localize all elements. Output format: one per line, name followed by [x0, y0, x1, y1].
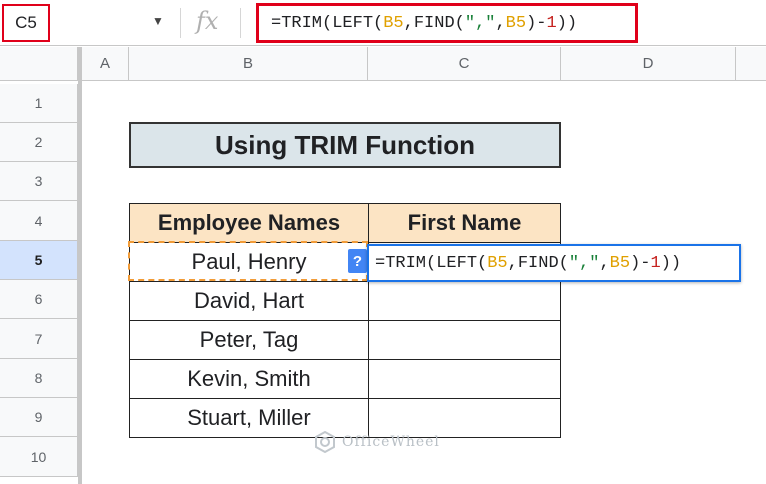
row-header-3[interactable]: 3: [0, 162, 78, 201]
formula-token: B5: [383, 13, 404, 33]
row-header-10[interactable]: 10: [0, 437, 78, 477]
officewheel-logo-icon: [315, 431, 335, 453]
editor-token: ,: [579, 253, 590, 273]
row-header-1[interactable]: 1: [0, 84, 78, 123]
formula-token: ,FIND(: [403, 13, 465, 33]
cell-editor-input[interactable]: =TRIM(LEFT(B5 ,FIND(", ", B5)- 1)): [367, 244, 741, 282]
fx-icon: fx: [196, 7, 219, 35]
divider: [240, 8, 241, 38]
formula-token: ,: [475, 13, 486, 33]
divider: [180, 8, 181, 38]
formula-bar-area: C5 ▼ fx =TRIM(LEFT(B5 ,FIND(", ", B5)- 1)): [0, 0, 766, 46]
formula-token: ": [464, 13, 476, 33]
row-header-7[interactable]: 7: [0, 319, 78, 359]
editor-token: )-: [630, 253, 651, 273]
column-header-c[interactable]: C: [368, 47, 561, 81]
employee-name-cell[interactable]: Kevin, Smith: [129, 359, 369, 399]
first-name-cell[interactable]: [368, 359, 561, 399]
editor-token: B5: [487, 253, 508, 273]
column-header-e[interactable]: [736, 47, 766, 81]
column-header-b[interactable]: B: [129, 47, 368, 81]
employee-name-cell[interactable]: Peter, Tag: [129, 320, 369, 360]
header-employee-names[interactable]: Employee Names: [129, 203, 369, 243]
employee-name-cell[interactable]: David, Hart: [129, 281, 369, 321]
referenced-range-highlight: [128, 241, 368, 281]
name-box[interactable]: C5: [2, 4, 50, 42]
spreadsheet-grid: A B C D 1 2 3 4 5 6 7 8 9 10 Using TRIM …: [0, 47, 766, 484]
editor-token: 1: [650, 253, 661, 273]
select-all-corner[interactable]: [0, 47, 78, 81]
triangle-down-icon[interactable]: ▼: [152, 14, 164, 28]
formula-token: =TRIM(: [271, 13, 333, 33]
column-header-d[interactable]: D: [561, 47, 736, 81]
editor-token: LEFT(: [436, 253, 488, 273]
editor-token: ,: [599, 253, 610, 273]
row-header-2[interactable]: 2: [0, 123, 78, 162]
editor-token: ,FIND(: [507, 253, 569, 273]
header-first-name[interactable]: First Name: [368, 203, 561, 243]
formula-input[interactable]: =TRIM(LEFT(B5 ,FIND(", ", B5)- 1)): [256, 3, 638, 43]
row-header-4[interactable]: 4: [0, 201, 78, 241]
formula-help-icon[interactable]: ?: [348, 249, 367, 273]
formula-token: ": [485, 13, 496, 33]
row-header-9[interactable]: 9: [0, 398, 78, 437]
formula-token: )-: [526, 13, 547, 33]
editor-token: ": [589, 253, 600, 273]
formula-token: ,: [495, 13, 506, 33]
formula-token: LEFT(: [332, 13, 384, 33]
formula-token: B5: [505, 13, 527, 33]
row-header-5[interactable]: 5: [0, 241, 78, 280]
sheet-title-cell[interactable]: Using TRIM Function: [129, 122, 561, 168]
watermark-text: OfficeWheel: [342, 434, 440, 450]
frozen-divider: [78, 47, 82, 484]
row-header-8[interactable]: 8: [0, 359, 78, 398]
column-header-a[interactable]: A: [82, 47, 129, 81]
row-header-6[interactable]: 6: [0, 280, 78, 319]
editor-token: B5: [609, 253, 631, 273]
editor-token: =TRIM(: [375, 253, 437, 273]
first-name-cell[interactable]: [368, 281, 561, 321]
formula-token: 1: [546, 13, 557, 33]
editor-token: ": [568, 253, 580, 273]
watermark: OfficeWheel: [314, 431, 440, 453]
first-name-cell[interactable]: [368, 320, 561, 360]
formula-token: )): [556, 13, 578, 33]
editor-token: )): [660, 253, 682, 273]
